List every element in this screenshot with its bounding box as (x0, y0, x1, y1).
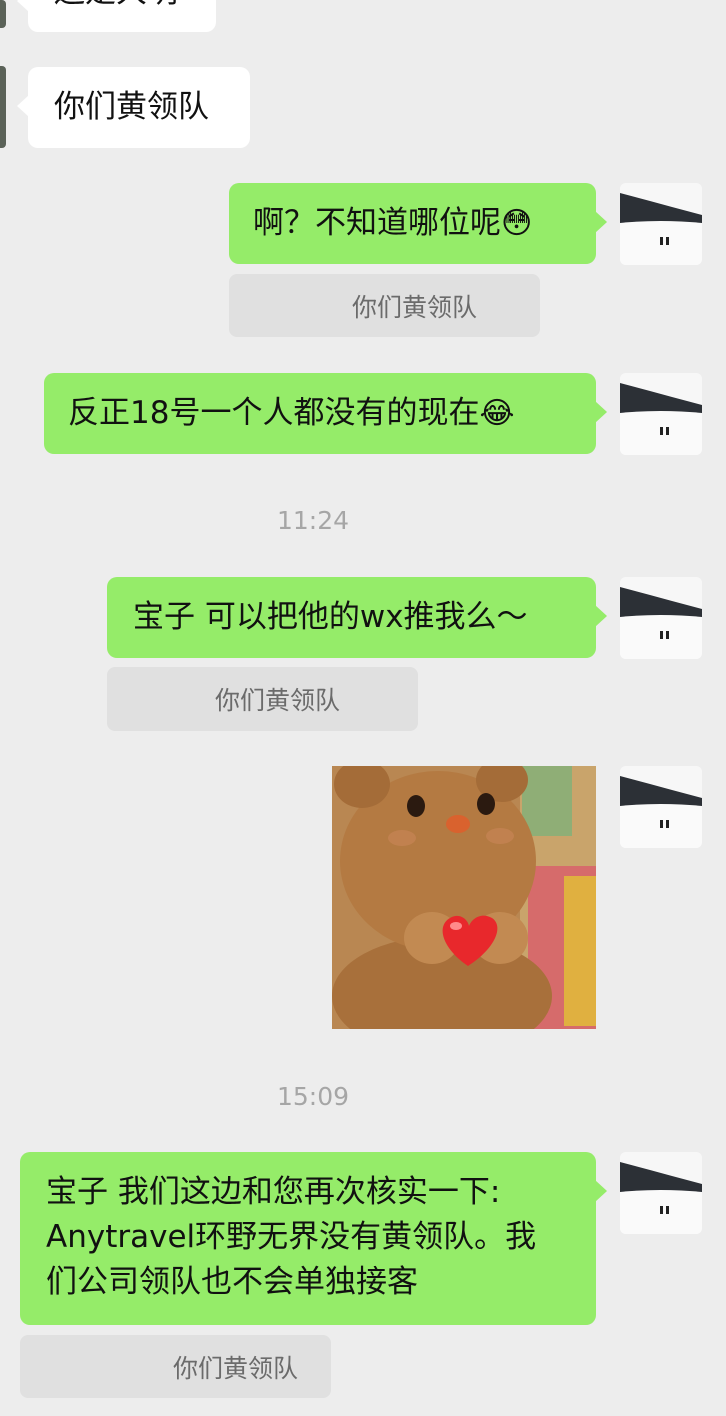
snow-landscape-avatar-icon (620, 1152, 702, 1234)
message-text: 你们黄领队 (54, 89, 209, 125)
contact-avatar-edge[interactable] (0, 66, 6, 148)
message-outgoing[interactable]: 啊？不知道哪位呢😳 (229, 183, 607, 264)
bear-heart-sticker-icon (332, 766, 596, 1029)
message-outgoing[interactable]: 反正18号一个人都没有的现在😂 (44, 373, 607, 454)
message-line: 宝子 我们这边和您再次核实一下: (46, 1174, 501, 1210)
message-text: 反正18号一个人都没有的现在 (68, 395, 480, 431)
my-avatar[interactable] (620, 373, 702, 455)
chat-timestamp: 11:24 (276, 506, 350, 535)
quote-text: 你们黄领队 (172, 1353, 298, 1383)
message-line: 们公司领队也不会单独接客 (46, 1264, 418, 1300)
my-avatar[interactable] (620, 1152, 702, 1234)
message-line: Anytravel环野无界没有黄领队。我 (46, 1219, 537, 1255)
message-incoming-partial[interactable]: 还是大明 (17, 0, 216, 32)
tears-of-joy-emoji-icon: 😂 (479, 396, 515, 431)
message-incoming[interactable]: 你们黄领队 (17, 67, 250, 148)
contact-avatar-edge[interactable] (0, 0, 6, 28)
chat-timestamp: 15:09 (276, 1082, 350, 1111)
message-outgoing[interactable]: 宝子 可以把他的wx推我么～ (107, 577, 607, 658)
my-avatar[interactable] (620, 183, 702, 265)
flushed-face-emoji-icon: 😳 (501, 206, 533, 241)
quote-reference[interactable]: 你们黄领队 (107, 667, 418, 731)
quote-reference[interactable]: 你们黄领队 (20, 1335, 331, 1398)
quote-text: 你们黄领队 (214, 686, 340, 715)
snow-landscape-avatar-icon (620, 766, 702, 848)
quote-reference[interactable]: 你们黄领队 (229, 274, 540, 337)
quote-text: 你们黄领队 (351, 292, 477, 322)
snow-landscape-avatar-icon (620, 373, 702, 455)
sticker-message[interactable] (332, 766, 596, 1029)
message-text: 还是大明 (54, 0, 178, 10)
snow-landscape-avatar-icon (620, 577, 702, 659)
my-avatar[interactable] (620, 766, 702, 848)
message-text: 宝子 可以把他的wx推我么～ (133, 599, 528, 635)
snow-landscape-avatar-icon (620, 183, 702, 265)
message-outgoing[interactable]: 宝子 我们这边和您再次核实一下: Anytravel环野无界没有黄领队。我 们公… (20, 1152, 607, 1325)
message-text: 啊？不知道哪位呢 (253, 205, 501, 241)
my-avatar[interactable] (620, 577, 702, 659)
